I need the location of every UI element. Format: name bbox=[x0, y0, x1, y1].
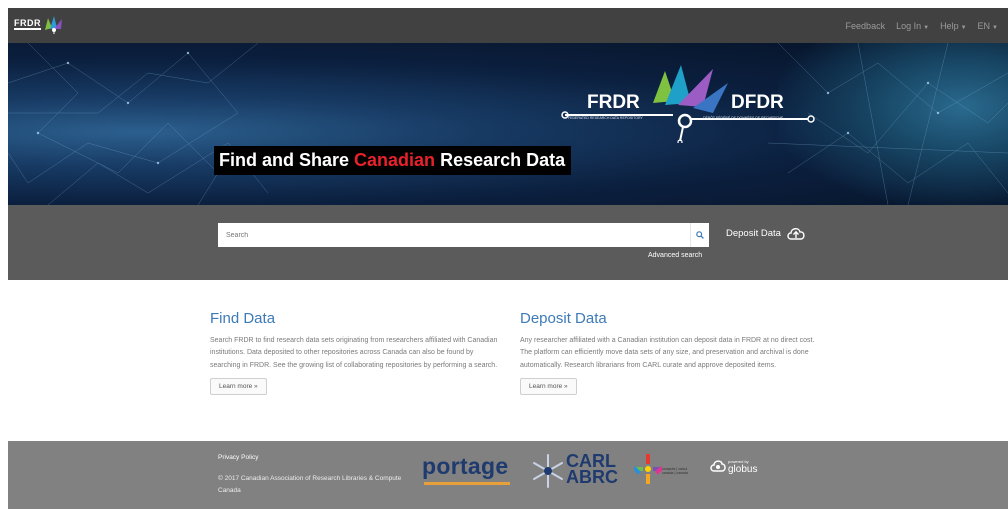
search-band: Advanced search Deposit Data bbox=[8, 205, 1008, 280]
nav-link-label: Feedback bbox=[845, 20, 886, 31]
portage-logo[interactable]: portage bbox=[422, 453, 508, 480]
brand-text: FRDR bbox=[14, 17, 41, 30]
nav-link-label: EN bbox=[977, 20, 991, 31]
advanced-search-link[interactable]: Advanced search bbox=[648, 252, 702, 259]
frdr-home-logo[interactable]: FRDR bbox=[14, 14, 66, 34]
nav-link-help[interactable]: Help ▼ bbox=[940, 21, 966, 31]
network-background bbox=[8, 43, 1008, 205]
copyright-text: © 2017 Canadian Association of Research … bbox=[218, 475, 402, 494]
nav-link-feedback[interactable]: Feedback bbox=[846, 21, 886, 31]
logo-dfdr-text: DFDR bbox=[731, 92, 784, 113]
search-input[interactable] bbox=[218, 223, 690, 247]
logo-subtitle-en: FEDERATED RESEARCH DATA REPOSITORY bbox=[568, 116, 643, 120]
carl-snowflake-icon bbox=[533, 454, 563, 488]
cloud-upload-icon bbox=[787, 228, 805, 240]
frdr-dfdr-logo: FRDR DFDR FEDERATED RESEARCH DATA REPOSI… bbox=[553, 63, 823, 143]
caret-down-icon: ▼ bbox=[923, 24, 930, 31]
hero-title-accent: Canadian bbox=[354, 150, 436, 170]
globus-text: powered by globus bbox=[728, 458, 758, 475]
hero-title: Find and Share Canadian Research Data bbox=[214, 146, 572, 175]
deposit-data-description: Any researcher affiliated with a Canadia… bbox=[520, 337, 815, 369]
caret-down-icon: ▼ bbox=[960, 24, 967, 31]
top-navbar: FRDR Feedback Log In ▼ Help ▼ EN ▼ bbox=[8, 8, 1008, 43]
abrc-text: ABRC bbox=[566, 467, 618, 487]
globus-cloud-icon bbox=[710, 460, 726, 472]
find-learn-more-button[interactable]: Learn more » bbox=[210, 377, 267, 395]
caret-down-icon: ▼ bbox=[992, 24, 998, 31]
nav-link-label: Log In bbox=[896, 20, 922, 31]
search-button[interactable] bbox=[690, 223, 709, 247]
search-icon bbox=[696, 231, 704, 239]
globus-logo[interactable]: powered by globus bbox=[710, 458, 758, 475]
hero-title-start: Find and Share bbox=[219, 150, 355, 170]
globus-name: globus bbox=[728, 464, 758, 475]
privacy-policy-link[interactable]: Privacy Policy bbox=[218, 454, 258, 461]
logo-subtitle-fr: DÉPÔT FÉDÉRÉ DE DONNÉES DE RECHERCHE bbox=[703, 116, 784, 120]
deposit-data-link[interactable]: Deposit Data bbox=[726, 226, 806, 240]
deposit-data-heading: Deposit Data bbox=[520, 310, 607, 327]
maple-leaf-icon bbox=[45, 16, 62, 34]
deposit-data-section: Deposit Data Any researcher affiliated w… bbox=[520, 310, 820, 395]
hero-title-end: Research Data bbox=[435, 150, 566, 170]
find-data-section: Find Data Search FRDR to find research d… bbox=[210, 310, 510, 395]
nav-link-en[interactable]: EN ▼ bbox=[978, 21, 998, 31]
compute-canada-text: compute | calcul canada | canada bbox=[662, 467, 688, 475]
find-data-heading: Find Data bbox=[210, 310, 276, 327]
logo-frdr-text: FRDR bbox=[587, 92, 640, 113]
hero-banner: FRDR DFDR FEDERATED RESEARCH DATA REPOSI… bbox=[8, 43, 1008, 205]
nav-link-label: Help bbox=[940, 20, 959, 31]
compute-canada-line2: canada | canada bbox=[662, 471, 688, 475]
portage-logo-underline bbox=[424, 482, 510, 485]
nav-link-log-in[interactable]: Log In ▼ bbox=[896, 21, 929, 31]
compute-canada-leaf-icon[interactable] bbox=[634, 452, 662, 486]
find-data-description: Search FRDR to find research data sets o… bbox=[210, 337, 498, 369]
top-nav-links: Feedback Log In ▼ Help ▼ EN ▼ bbox=[835, 8, 998, 43]
footer: Privacy Policy © 2017 Canadian Associati… bbox=[8, 441, 1008, 509]
deposit-learn-more-button[interactable]: Learn more » bbox=[520, 377, 577, 395]
deposit-data-label: Deposit Data bbox=[726, 227, 781, 239]
carl-abrc-logo[interactable]: CARL ABRC bbox=[566, 452, 618, 487]
